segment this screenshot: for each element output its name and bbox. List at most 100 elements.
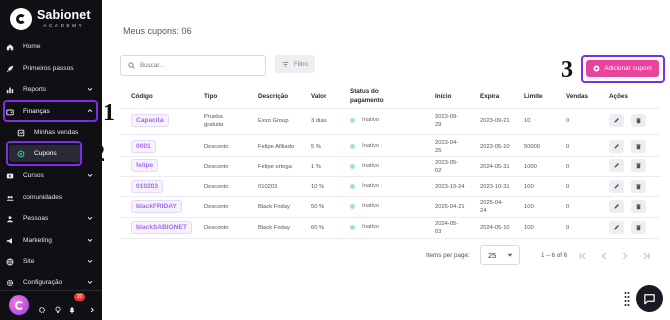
sidebar-item-site[interactable]: Site [6,253,98,270]
coupon-code[interactable]: 010203 [131,180,164,193]
pencil-icon [614,225,619,230]
community-icon [6,194,14,202]
coupon-code[interactable]: blackFRIDAY [131,200,182,213]
notification-badge: 20 [74,293,85,301]
logo-icon [10,8,32,30]
status-badge: Inativo [350,143,379,149]
sidebar-item-minhas-vendas[interactable]: Minhas vendas [17,124,97,141]
items-per-page-select[interactable]: 25 [480,245,520,265]
chevron-down-icon [86,171,94,179]
row-divider [120,134,660,135]
row-divider [120,196,660,197]
coupon-type: Desconto [204,144,229,150]
edit-button[interactable] [609,180,624,193]
edit-button[interactable] [609,200,624,213]
search-input[interactable] [140,62,250,69]
delete-button[interactable] [631,140,646,153]
sidebar-item-cursos[interactable]: Cursos [6,167,98,184]
status-badge: Inativo [350,203,379,209]
lightbulb-icon[interactable] [54,301,62,314]
brand-logo[interactable]: Sabionet ACADEMY [10,8,91,30]
column-header: Tipo [204,93,218,100]
sidebar-item-reports[interactable]: Reports [6,81,98,98]
trash-icon [636,204,641,210]
plus-circle-icon [593,65,600,72]
delete-button[interactable] [631,114,646,127]
sales-icon [17,129,25,137]
filter-button[interactable]: Filtro [275,55,315,73]
coupon-code[interactable]: 0001 [131,140,156,153]
settings-icon[interactable] [38,301,46,314]
previous-page-button[interactable] [599,248,609,260]
edit-button[interactable] [609,221,624,234]
sidebar-item-comunidades[interactable]: comunidades [6,189,98,206]
sidebar-item-label: Configuração [23,279,63,286]
end-date: 2023-05-10 [480,144,510,150]
sidebar-item-home[interactable]: Home [6,38,98,55]
sales: 0 [566,184,570,190]
start-date: 2023-04- 25 [435,140,459,154]
avatar[interactable] [9,295,29,315]
delete-button[interactable] [631,200,646,213]
brand-sub: ACADEMY [43,22,85,28]
chevron-down-icon [86,236,94,244]
end-date: 2024-05-10 [480,225,510,231]
edit-button[interactable] [609,159,624,172]
chevron-right-icon[interactable] [88,301,96,313]
sidebar-item-pessoas[interactable]: Pessoas [6,210,98,227]
row-divider [120,176,660,177]
trash-icon [636,163,641,169]
next-page-button[interactable] [620,248,630,260]
items-per-page-value: 25 [488,250,497,260]
chat-icon [644,294,655,305]
limit: 100 [524,184,534,190]
column-header: Descrição [258,93,289,100]
delete-button[interactable] [631,159,646,172]
first-page-button[interactable] [578,248,588,260]
column-header: Expira [480,93,500,100]
trash-icon [636,144,641,150]
coupon-type: Desconto [204,204,229,210]
end-date: 2023-09-21 [480,118,510,124]
coupon-code[interactable]: Capacita [131,114,169,127]
sidebar-item-label: Reports [23,86,47,93]
delete-button[interactable] [631,180,646,193]
reports-icon [6,86,14,94]
sidebar-item-label: Primeiros passos [23,65,74,72]
last-page-button[interactable] [641,248,651,260]
annotation-number-1: 1 [103,100,115,126]
filter-icon [282,61,289,67]
coupon-type: Desconto [204,164,229,170]
brand-name: Sabionet [37,8,91,23]
drag-handle-icon[interactable] [624,291,630,307]
sidebar-item-primeiros-passos[interactable]: Primeiros passos [6,60,98,77]
edit-button[interactable] [609,114,624,127]
sidebar-item-label: Pessoas [23,215,49,222]
globe-icon [6,258,14,266]
column-header: Limite [524,93,543,100]
limit: 1000 [524,164,537,170]
edit-button[interactable] [609,140,624,153]
status-badge: Inativo [350,183,379,189]
coupon-description: Felipe ortega [258,164,292,170]
bell-icon[interactable] [68,301,76,314]
sidebar-item-configuracao[interactable]: Configuração [6,274,98,291]
app-window: Sabionet ACADEMY Home Primeiros passos R… [0,0,670,320]
courses-icon [6,172,14,180]
coupon-description: Black Friday [258,204,290,210]
coupon-code[interactable]: blackSABIONET [131,221,192,234]
row-divider [120,217,660,218]
coupon-code[interactable]: felipe [131,159,159,172]
status-badge: Inativo [350,117,379,123]
sidebar-item-marketing[interactable]: Marketing [6,232,98,249]
pencil-icon [614,204,619,209]
add-coupon-button[interactable]: Adicionar cupom [586,60,659,77]
chat-button[interactable] [636,285,663,312]
items-per-page-label: Items per page: [426,252,470,259]
search-icon [128,62,135,69]
row-divider [120,238,660,239]
coupon-description: Black Friday [258,225,290,231]
sidebar-item-label: Home [23,43,41,50]
delete-button[interactable] [631,221,646,234]
sales: 0 [566,204,570,210]
